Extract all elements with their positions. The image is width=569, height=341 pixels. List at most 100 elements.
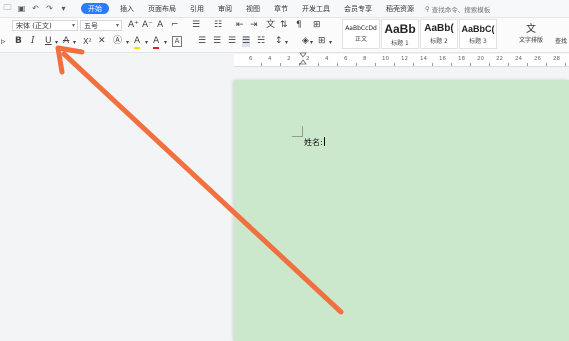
text-layout-label: 文字排版: [518, 37, 543, 44]
superscript-button[interactable]: X²: [83, 36, 92, 47]
document-page[interactable]: [234, 80, 569, 341]
bullets-icon[interactable]: ☰: [192, 20, 200, 31]
style-heading-3[interactable]: AaBbC( 标题 3: [459, 19, 497, 49]
italic-button[interactable]: I: [31, 36, 35, 47]
text-cursor: [323, 137, 325, 146]
subscript-button[interactable]: ✕: [98, 36, 106, 47]
toolbar-collapsed-icon: ▹: [1, 37, 6, 47]
ruler-tick: [489, 63, 490, 66]
justify-icon[interactable]: ☰: [242, 36, 251, 47]
tab-page-layout[interactable]: 页面布局: [141, 0, 183, 17]
chinese-layout-icon[interactable]: 文: [266, 20, 275, 31]
tab-references[interactable]: 引用: [183, 0, 211, 17]
ruler-tick: [413, 63, 414, 66]
undo-icon[interactable]: ↶: [30, 3, 41, 14]
ruler-number: 12: [401, 56, 408, 62]
style-normal[interactable]: AaBbCcDd 正文: [342, 19, 380, 49]
bold-button[interactable]: B: [15, 36, 22, 47]
line-spacing-icon[interactable]: ↕: [275, 36, 283, 47]
ruler-number: 6: [344, 56, 348, 62]
chevron-down-icon[interactable]: ▾: [126, 37, 129, 48]
ruler-tick: [280, 63, 281, 66]
borders-icon[interactable]: ⊞: [318, 36, 326, 47]
style-heading-1[interactable]: AaBb 标题 1: [381, 19, 419, 49]
chevron-down-icon[interactable]: ▾: [55, 37, 58, 48]
chevron-down-icon[interactable]: ▾: [73, 37, 76, 48]
style-label: 标题 2: [430, 38, 448, 45]
ruler-number: 26: [534, 56, 541, 62]
ruler-tick: [451, 63, 452, 66]
shrink-font-button[interactable]: A⁻: [142, 20, 153, 31]
style-heading-2[interactable]: AaBb( 标题 2: [420, 19, 458, 49]
chevron-down-icon[interactable]: ▾: [285, 37, 288, 48]
indent-decrease-icon[interactable]: ⇤: [236, 20, 244, 31]
ruler-tick: [546, 63, 547, 66]
distributed-icon[interactable]: ☵: [257, 36, 265, 47]
style-label: 标题 1: [391, 39, 409, 47]
open-icon[interactable]: 🗀: [2, 3, 13, 14]
tab-review[interactable]: 审阅: [211, 0, 239, 17]
ruler-number: 4: [325, 56, 329, 62]
table-icon[interactable]: ⊞: [313, 20, 321, 31]
grow-font-button[interactable]: A⁺: [128, 20, 139, 31]
ruler-tick: [432, 63, 433, 66]
save-icon[interactable]: ▣: [16, 3, 27, 14]
command-search[interactable]: ⚲ 查找命令、搜索模板: [425, 4, 490, 14]
underline-button[interactable]: U: [45, 36, 52, 47]
clear-format-button[interactable]: A: [157, 20, 163, 31]
dropdown-icon[interactable]: ▾: [58, 3, 69, 14]
tab-insert[interactable]: 插入: [113, 0, 141, 17]
font-color-button[interactable]: A: [153, 36, 160, 49]
chevron-down-icon: ▾: [115, 22, 119, 29]
font-name-select[interactable]: 宋体 (正文) ▾: [12, 20, 78, 31]
redo-icon[interactable]: ↷: [44, 3, 55, 14]
ruler-number: 14: [420, 56, 427, 62]
strikethrough-button[interactable]: A: [63, 36, 69, 47]
name-field-label: 姓名:: [304, 138, 323, 147]
pinyin-button[interactable]: ⌐: [171, 20, 179, 31]
ruler-tick: [318, 63, 319, 66]
document-text[interactable]: 姓名:: [304, 137, 325, 148]
ruler-number: 2: [287, 56, 291, 62]
shading-icon[interactable]: ◈: [302, 36, 309, 47]
align-left-icon[interactable]: ☰: [198, 36, 206, 47]
ruler-tick: [337, 63, 338, 66]
indent-increase-icon[interactable]: ⇥: [250, 20, 258, 31]
font-size-select[interactable]: 五号 ▾: [80, 20, 122, 31]
chevron-down-icon[interactable]: ▾: [164, 37, 167, 48]
tab-home[interactable]: 开始: [81, 3, 109, 14]
search-label: 查找命令、搜索模板: [431, 5, 491, 14]
horizontal-ruler: 6 4 2 2 4 6 8 10 12 14 16 18 20 22 24 26 28: [234, 54, 569, 67]
indent-marker[interactable]: [299, 52, 307, 66]
highlight-button[interactable]: A: [134, 36, 141, 49]
ruler-number: 22: [496, 56, 503, 62]
style-label: 正文: [354, 36, 367, 43]
tab-developer[interactable]: 开发工具: [295, 0, 337, 17]
chevron-down-icon[interactable]: ▾: [145, 37, 148, 48]
menu-bar: 🗀 ▣ ↶ ↷ ▾ 开始 插入 页面布局 引用 审阅 视图 章节 开发工具 会员…: [0, 0, 569, 18]
style-label: 标题 3: [469, 37, 487, 45]
tab-member[interactable]: 会员专享: [337, 0, 379, 17]
ruler-tick: [375, 63, 376, 66]
chevron-down-icon[interactable]: ▾: [329, 37, 332, 48]
tab-view[interactable]: 视图: [239, 0, 267, 17]
find-button[interactable]: 查找: [555, 36, 567, 45]
text-effect-button[interactable]: Ⓐ: [113, 36, 122, 47]
text-layout-button[interactable]: 文 文字排版: [510, 20, 552, 44]
chevron-down-icon[interactable]: ▾: [310, 37, 313, 48]
ruler-number: 4: [268, 56, 272, 62]
sort-icon[interactable]: ⇅: [280, 20, 288, 31]
numbering-icon[interactable]: ☷: [214, 20, 222, 31]
tab-section[interactable]: 章节: [267, 0, 295, 17]
ruler-tick: [565, 63, 566, 66]
align-right-icon[interactable]: ☰: [228, 36, 236, 47]
ruler-tick: [394, 63, 395, 66]
quick-access-toolbar: 🗀 ▣ ↶ ↷ ▾: [2, 3, 69, 14]
show-marks-icon[interactable]: ¶: [296, 20, 302, 31]
tab-docer[interactable]: 稻壳资源: [379, 0, 421, 17]
char-border-button[interactable]: A: [172, 36, 182, 47]
ruler-tick: [527, 63, 528, 66]
page-margin-mark: [292, 126, 303, 137]
ruler-tick: [470, 63, 471, 66]
align-center-icon[interactable]: ☰: [213, 36, 221, 47]
